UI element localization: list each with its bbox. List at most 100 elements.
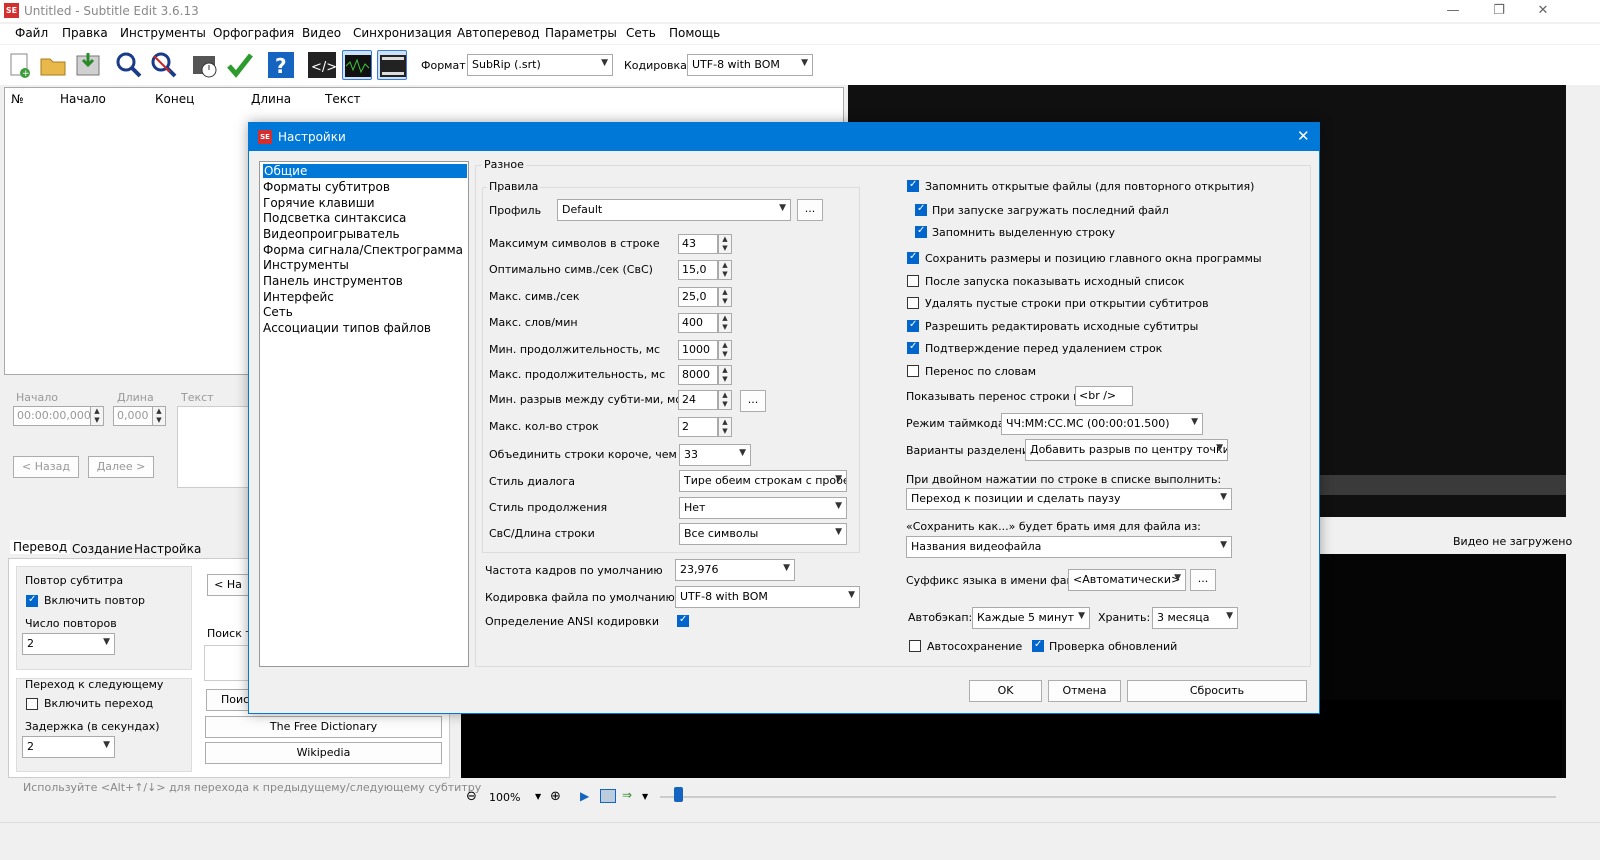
video-icon[interactable] — [377, 50, 407, 80]
zoom-in-icon[interactable]: ⊕ — [550, 789, 561, 804]
optimal-cps-input[interactable]: 15,0 — [678, 260, 718, 280]
spellcheck-icon[interactable] — [225, 50, 255, 80]
word-wrap-checkbox[interactable] — [907, 365, 919, 377]
replace-icon[interactable] — [148, 50, 178, 80]
tab-translate[interactable]: Перевод — [10, 540, 71, 554]
start-spinner[interactable]: ▲ ▼ — [90, 406, 104, 426]
zoom-out-icon[interactable]: ⊖ — [466, 789, 477, 804]
fps-select[interactable]: 23,976 ▼ — [675, 559, 795, 581]
autosave-checkbox[interactable] — [909, 640, 921, 652]
repeat-count-select[interactable]: 2 ▼ — [22, 633, 115, 655]
autobackup-select[interactable]: Каждые 5 минут ▼ — [972, 607, 1090, 629]
close-window-icon[interactable]: ✕ — [1530, 2, 1556, 20]
subtitle-text-area[interactable] — [177, 406, 249, 488]
ansi-checkbox[interactable] — [677, 614, 689, 627]
ok-button[interactable]: OK — [969, 680, 1042, 702]
tree-item-network[interactable]: Сеть — [263, 305, 293, 319]
dblclick-select[interactable]: Переход к позиции и сделать паузу ▼ — [906, 488, 1232, 510]
forward-dropdown-icon[interactable]: ▼ — [642, 792, 648, 801]
search-prev-button[interactable]: < На — [207, 574, 249, 596]
source-view-icon[interactable]: </> — [307, 50, 337, 80]
split-select[interactable]: Добавить разрыв по центру точки р ▼ — [1025, 439, 1228, 461]
lang-suffix-select[interactable]: <Автоматически> ▼ — [1068, 569, 1186, 591]
start-time-input[interactable]: 00:00:00,000 — [13, 406, 91, 426]
save-window-checkbox[interactable] — [907, 251, 919, 264]
play-icon[interactable]: ▶ — [580, 789, 589, 803]
tab-adjust[interactable]: Настройка — [134, 542, 201, 556]
profile-more-button[interactable]: ... — [797, 199, 823, 221]
menu-file[interactable]: Файл — [15, 26, 48, 40]
column-start[interactable]: Начало — [60, 92, 106, 106]
dialog-style-select[interactable]: Тире обеим строкам с пробел ▼ — [679, 470, 847, 492]
prev-button[interactable]: < Назад — [13, 456, 79, 478]
continuation-select[interactable]: Нет ▼ — [679, 497, 847, 519]
tree-item-toolbar[interactable]: Панель инструментов — [263, 274, 403, 288]
new-file-icon[interactable]: + — [4, 50, 34, 80]
duration-input[interactable]: 0,000 — [113, 406, 153, 426]
menu-help[interactable]: Помощь — [669, 26, 720, 40]
max-wpm-input[interactable]: 400 — [678, 313, 718, 333]
default-encoding-select[interactable]: UTF-8 with BOM ▼ — [675, 586, 860, 608]
forward-icon[interactable]: ⇒ — [622, 788, 632, 802]
max-wpm-spinner[interactable]: ▲ ▼ — [718, 313, 732, 333]
lang-suffix-more-button[interactable]: ... — [1190, 569, 1216, 591]
dialog-close-icon[interactable]: ✕ — [1297, 127, 1310, 145]
cps-select[interactable]: Все символы ▼ — [679, 523, 847, 545]
visual-sync-icon[interactable] — [190, 50, 220, 80]
open-folder-icon[interactable] — [38, 50, 68, 80]
remember-files-checkbox[interactable] — [907, 179, 919, 192]
tree-item-waveform[interactable]: Форма сигнала/Спектрограмма — [263, 243, 463, 257]
confirm-delete-checkbox[interactable] — [907, 341, 919, 354]
tree-item-formats[interactable]: Форматы субтитров — [263, 180, 390, 194]
column-end[interactable]: Конец — [155, 92, 194, 106]
max-lines-spinner[interactable]: ▲ ▼ — [718, 417, 732, 437]
min-gap-input[interactable]: 24 — [678, 390, 718, 410]
min-duration-spinner[interactable]: ▲ ▼ — [718, 340, 732, 360]
search-button[interactable]: Поис — [206, 689, 249, 711]
menu-spellcheck[interactable]: Орфография — [213, 26, 294, 40]
menu-network[interactable]: Сеть — [626, 26, 656, 40]
menu-tools[interactable]: Инструменты — [120, 26, 206, 40]
menu-video[interactable]: Видео — [302, 26, 341, 40]
cancel-button[interactable]: Отмена — [1048, 680, 1121, 702]
column-duration[interactable]: Длина — [251, 92, 291, 106]
merge-select[interactable]: 33 ▼ — [679, 444, 751, 466]
linebreak-input[interactable]: <br /> — [1075, 386, 1133, 406]
menu-sync[interactable]: Синхронизация — [353, 26, 452, 40]
tree-item-file-assoc[interactable]: Ассоциации типов файлов — [263, 321, 431, 335]
min-gap-spinner[interactable]: ▲ ▼ — [718, 390, 732, 410]
allow-edit-original-checkbox[interactable] — [907, 319, 919, 332]
waveform-icon[interactable] — [342, 50, 372, 80]
tree-item-hotkeys[interactable]: Горячие клавиши — [263, 196, 375, 210]
remember-line-checkbox[interactable] — [915, 225, 927, 238]
minimize-icon[interactable]: — — [1440, 2, 1466, 20]
profile-select[interactable]: Default ▼ — [557, 199, 791, 221]
menu-edit[interactable]: Правка — [62, 26, 108, 40]
position-slider[interactable] — [674, 787, 683, 802]
timecode-select[interactable]: ЧЧ:ММ:СС.МС (00:00:01.500) ▼ — [1001, 413, 1203, 435]
zoom-dropdown-icon[interactable]: ▼ — [535, 792, 541, 801]
max-chars-input[interactable]: 43 — [678, 234, 718, 254]
help-icon[interactable]: ? — [266, 50, 296, 80]
max-cps-spinner[interactable]: ▲ ▼ — [718, 287, 732, 307]
check-updates-checkbox[interactable] — [1032, 639, 1044, 652]
saveas-select[interactable]: Названия видеофайла ▼ — [906, 536, 1232, 558]
tree-item-syntax[interactable]: Подсветка синтаксиса — [263, 211, 406, 225]
remove-blank-checkbox[interactable] — [907, 297, 919, 309]
tree-item-interface[interactable]: Интерфейс — [263, 290, 334, 304]
delay-select[interactable]: 2 ▼ — [22, 736, 115, 758]
free-dictionary-button[interactable]: The Free Dictionary — [205, 716, 442, 738]
video-seek-bar[interactable] — [1320, 475, 1566, 495]
tree-item-player[interactable]: Видеопроигрыватель — [263, 227, 400, 241]
min-duration-input[interactable]: 1000 — [678, 340, 718, 360]
search-icon[interactable] — [113, 50, 143, 80]
encoding-select[interactable]: UTF-8 with BOM ▼ — [687, 54, 813, 76]
menu-autotranslate[interactable]: Автоперевод — [457, 26, 540, 40]
duration-spinner[interactable]: ▲ ▼ — [152, 406, 166, 426]
column-number[interactable]: № — [11, 92, 23, 106]
max-duration-input[interactable]: 8000 — [678, 365, 718, 385]
menu-options[interactable]: Параметры — [545, 26, 617, 40]
tree-item-tools[interactable]: Инструменты — [263, 258, 349, 272]
format-select[interactable]: SubRip (.srt) ▼ — [467, 54, 613, 76]
column-text[interactable]: Текст — [325, 92, 361, 106]
